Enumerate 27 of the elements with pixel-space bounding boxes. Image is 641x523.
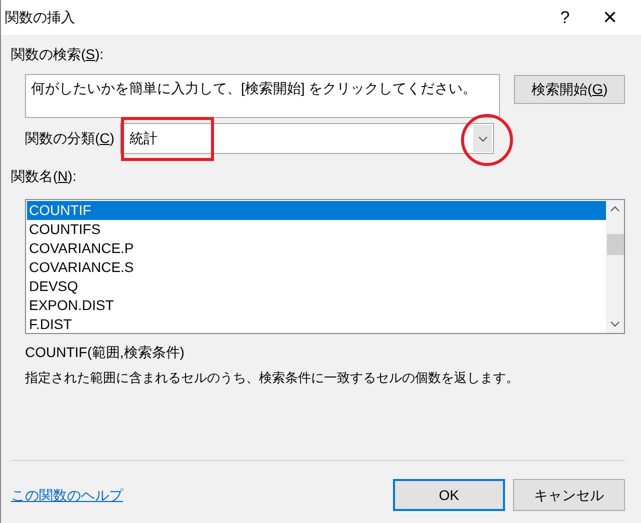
close-button[interactable]: ×	[585, 0, 635, 35]
help-link[interactable]: この関数のヘルプ	[11, 484, 393, 506]
function-list-item[interactable]: COVARIANCE.S	[27, 258, 606, 277]
dialog-button[interactable]: キャンセル	[513, 479, 625, 511]
dropdown-button[interactable]	[473, 125, 492, 152]
function-name-label: 関数名(N):	[11, 168, 76, 184]
window-title: 関数の挿入	[5, 8, 76, 27]
help-button[interactable]: ?	[545, 0, 585, 35]
function-list-item[interactable]: COUNTIF	[27, 201, 606, 220]
function-list-item[interactable]: COVARIANCE.P	[27, 239, 606, 258]
function-list-item[interactable]: F.DIST	[27, 315, 606, 334]
function-list-item[interactable]: EXPON.DIST	[27, 296, 606, 315]
scrollbar-thumb[interactable]	[606, 234, 624, 255]
dialog-button[interactable]: OK	[393, 479, 505, 511]
category-label: 関数の分類(C)	[25, 129, 114, 148]
function-list-item[interactable]: COUNTIFS	[27, 220, 606, 239]
search-button[interactable]: 検索開始(G)	[514, 75, 625, 104]
chevron-up-icon	[610, 206, 620, 212]
category-dropdown[interactable]: 統計	[120, 123, 494, 154]
chevron-down-icon	[478, 136, 488, 142]
function-list-item[interactable]: DEVSQ	[27, 277, 606, 296]
search-field[interactable]: 何がしたいかを簡単に入力して、[検索開始] をクリックしてください。	[25, 74, 500, 118]
scrollbar[interactable]	[606, 200, 624, 333]
search-label: 関数の検索(S):	[11, 45, 105, 64]
chevron-down-icon	[610, 321, 620, 327]
function-syntax: COUNTIF(範囲,検索条件)	[25, 343, 186, 362]
function-description: 指定された範囲に含まれるセルのうち、検索条件に一致するセルの個数を返します。	[25, 369, 520, 387]
